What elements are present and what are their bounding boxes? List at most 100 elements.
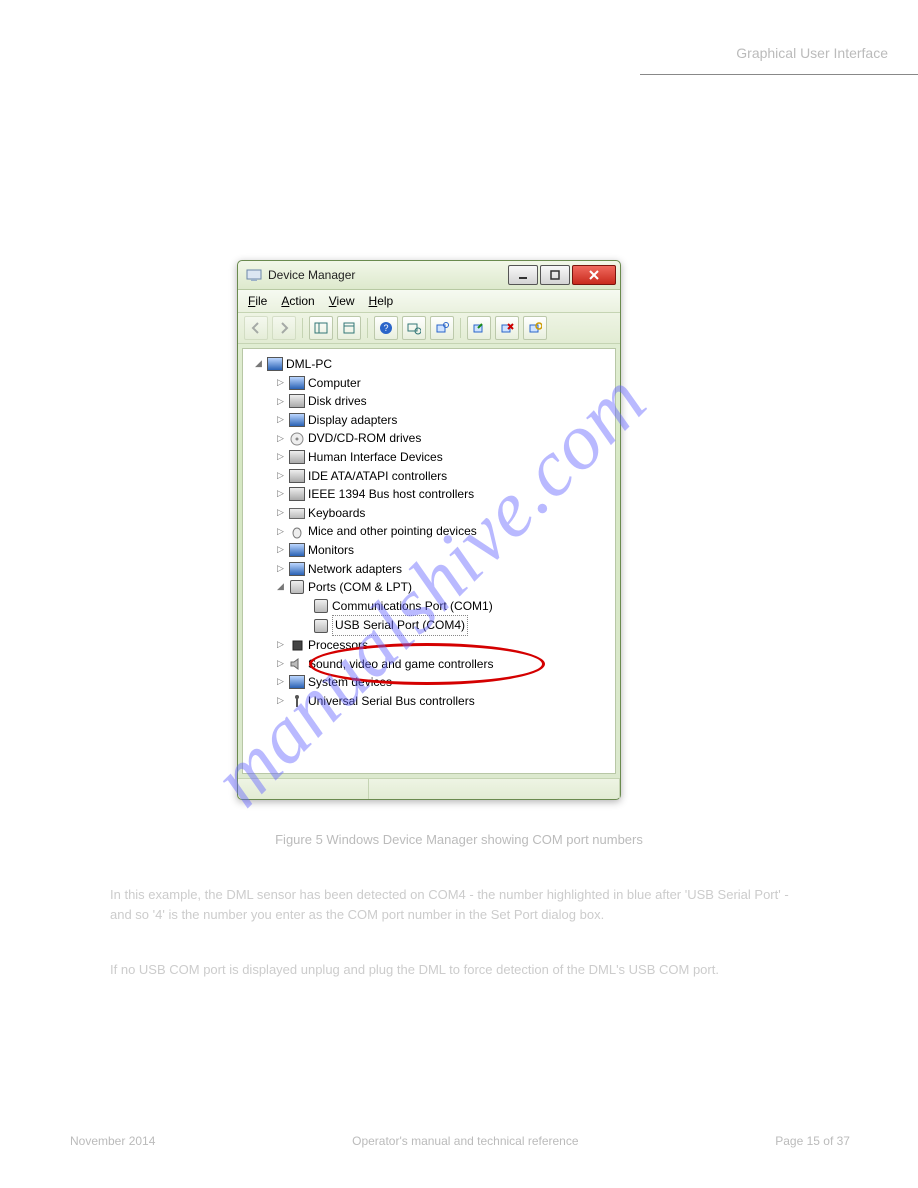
tree-root[interactable]: ◢ DML-PC (247, 355, 611, 374)
figure-caption: Figure 5 Windows Device Manager showing … (0, 832, 918, 847)
expand-icon[interactable]: ▷ (275, 543, 286, 557)
tree-item-label: Display adapters (308, 411, 397, 430)
menu-action[interactable]: Action (281, 294, 314, 308)
tree-item-processors[interactable]: ▷ Processors (247, 636, 611, 655)
collapse-icon[interactable]: ◢ (275, 580, 286, 594)
keyboard-icon (289, 505, 305, 521)
expand-icon[interactable]: ▷ (275, 487, 286, 501)
window-title: Device Manager (268, 268, 506, 282)
tree-item-com1[interactable]: Communications Port (COM1) (247, 597, 611, 616)
tree-item-sound[interactable]: ▷Sound, video and game controllers (247, 655, 611, 674)
expand-icon[interactable]: ▷ (275, 469, 286, 483)
tree-item-disk-drives[interactable]: ▷ Disk drives (247, 392, 611, 411)
tree-item-label: IDE ATA/ATAPI controllers (308, 467, 447, 486)
menu-view[interactable]: View (329, 294, 355, 308)
footer-title: Operator's manual and technical referenc… (352, 1134, 578, 1148)
tree-item-label-selected: USB Serial Port (COM4) (332, 615, 468, 636)
svg-text:?: ? (383, 323, 388, 333)
tree-item-monitors[interactable]: ▷Monitors (247, 541, 611, 560)
expand-icon[interactable]: ▷ (275, 562, 286, 576)
expand-icon[interactable]: ▷ (275, 506, 286, 520)
app-icon (246, 267, 262, 283)
expand-icon[interactable]: ▷ (275, 657, 286, 671)
tree-item-ports[interactable]: ◢ Ports (COM & LPT) (247, 578, 611, 597)
collapse-icon[interactable]: ◢ (253, 357, 264, 371)
tree-item-label: Network adapters (308, 560, 402, 579)
close-button[interactable] (572, 265, 616, 285)
cpu-icon (289, 637, 305, 653)
page-header-title: Graphical User Interface (736, 45, 888, 61)
firewire-icon (289, 486, 305, 502)
tree-item-system[interactable]: ▷ System devices (247, 673, 611, 692)
body-paragraph-2: If no USB COM port is displayed unplug a… (110, 960, 810, 980)
disable-button[interactable] (495, 316, 519, 340)
expand-icon[interactable]: ▷ (275, 525, 286, 539)
expand-icon[interactable]: ▷ (275, 376, 286, 390)
tree-item-ieee1394[interactable]: ▷IEEE 1394 Bus host controllers (247, 485, 611, 504)
device-manager-window: Device Manager File Action View Help ? ◢… (237, 260, 621, 800)
tree-item-label: Communications Port (COM1) (332, 597, 493, 616)
device-tree[interactable]: ◢ DML-PC ▷ Computer ▷ Disk drives ▷ Display… (242, 348, 616, 774)
tree-item-display-adapters[interactable]: ▷ Display adapters (247, 411, 611, 430)
enable-button[interactable] (523, 316, 547, 340)
tree-item-dvd[interactable]: ▷ DVD/CD-ROM drives (247, 429, 611, 448)
tree-item-usb[interactable]: ▷Universal Serial Bus controllers (247, 692, 611, 711)
footer-page: Page 15 of 37 (775, 1134, 850, 1148)
expand-icon[interactable]: ▷ (275, 395, 286, 409)
ports-icon (289, 579, 305, 595)
tree-item-keyboards[interactable]: ▷Keyboards (247, 504, 611, 523)
system-icon (289, 674, 305, 690)
tree-item-label: Ports (COM & LPT) (308, 578, 412, 597)
tree-root-label: DML-PC (286, 355, 332, 374)
properties-button[interactable] (337, 316, 361, 340)
maximize-button[interactable] (540, 265, 570, 285)
expand-icon[interactable]: ▷ (275, 413, 286, 427)
back-button[interactable] (244, 316, 268, 340)
tree-item-ide[interactable]: ▷ IDE ATA/ATAPI controllers (247, 467, 611, 486)
tree-item-hid[interactable]: ▷ Human Interface Devices (247, 448, 611, 467)
page-footer: November 2014 Operator's manual and tech… (70, 1134, 850, 1148)
forward-button[interactable] (272, 316, 296, 340)
footer-date: November 2014 (70, 1134, 155, 1148)
tree-item-network[interactable]: ▷ Network adapters (247, 560, 611, 579)
menu-file[interactable]: File (248, 294, 267, 308)
show-hide-console-tree-button[interactable] (309, 316, 333, 340)
tree-item-label: DVD/CD-ROM drives (308, 429, 421, 448)
usb-icon (289, 693, 305, 709)
computer-icon (267, 356, 283, 372)
mouse-icon (289, 524, 305, 540)
titlebar[interactable]: Device Manager (238, 261, 620, 290)
computer-icon (289, 375, 305, 391)
statusbar (238, 778, 620, 799)
uninstall-button[interactable] (467, 316, 491, 340)
port-icon (313, 598, 329, 614)
display-icon (289, 412, 305, 428)
hid-icon (289, 449, 305, 465)
scan-hardware-button[interactable] (402, 316, 426, 340)
tree-item-label: System devices (308, 673, 392, 692)
tree-item-com4[interactable]: USB Serial Port (COM4) (247, 615, 611, 636)
expand-icon[interactable]: ▷ (275, 694, 286, 708)
minimize-button[interactable] (508, 265, 538, 285)
tree-item-label: Processors (308, 636, 368, 655)
expand-icon[interactable]: ▷ (275, 450, 286, 464)
tree-item-label: Computer (308, 374, 361, 393)
expand-icon[interactable]: ▷ (275, 638, 286, 652)
toolbar: ? (238, 313, 620, 344)
network-icon (289, 561, 305, 577)
menu-help[interactable]: Help (369, 294, 394, 308)
port-icon (313, 618, 329, 634)
header-rule (640, 74, 918, 75)
expand-icon[interactable]: ▷ (275, 675, 286, 689)
tree-item-mice[interactable]: ▷ Mice and other pointing devices (247, 522, 611, 541)
monitor-icon (289, 542, 305, 558)
update-driver-button[interactable] (430, 316, 454, 340)
disk-icon (289, 393, 305, 409)
expand-icon[interactable]: ▷ (275, 432, 286, 446)
help-button[interactable]: ? (374, 316, 398, 340)
tree-item-computer[interactable]: ▷ Computer (247, 374, 611, 393)
tree-item-label: Disk drives (308, 392, 367, 411)
tree-item-label: Human Interface Devices (308, 448, 443, 467)
ide-icon (289, 468, 305, 484)
tree-item-label: Mice and other pointing devices (308, 522, 477, 541)
